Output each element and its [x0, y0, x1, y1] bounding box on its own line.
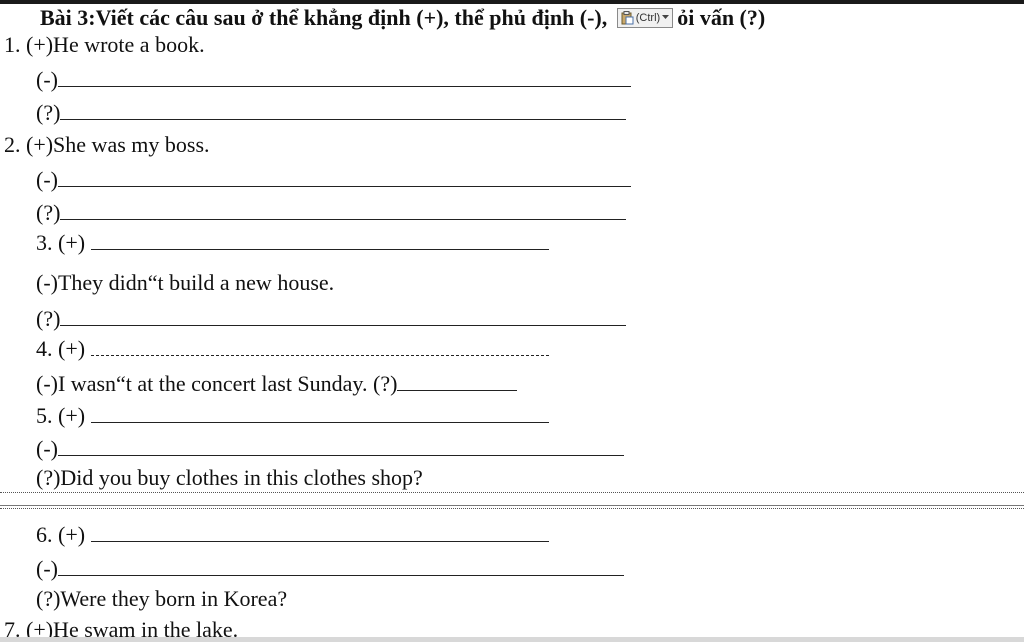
sentence-line: 6. (+): [36, 521, 549, 548]
answer-blank[interactable]: [397, 370, 518, 391]
bottom-border: [0, 637, 1024, 642]
answer-blank[interactable]: [57, 555, 624, 576]
sentence-line: 4. (+): [36, 335, 549, 362]
answer-blank[interactable]: [57, 166, 631, 187]
answer-line: (-): [36, 66, 631, 93]
answer-blank[interactable]: [90, 229, 549, 250]
answer-blank[interactable]: [60, 305, 627, 326]
page-break-line: [0, 508, 1024, 509]
clipboard-icon: [621, 10, 634, 25]
answer-line: (-): [36, 435, 624, 462]
chevron-down-icon: [662, 15, 670, 20]
answer-blank[interactable]: [90, 335, 549, 356]
page-break-line: [0, 505, 1024, 506]
answer-blank[interactable]: [90, 521, 549, 542]
paste-options-button[interactable]: (Ctrl): [616, 7, 674, 28]
sentence-line: 2. (+)She was my boss.: [4, 132, 210, 157]
sentence-line: (-)I wasn“t at the concert last Sunday. …: [36, 370, 518, 397]
answer-line: (?): [36, 99, 627, 126]
answer-blank[interactable]: [60, 199, 627, 220]
heading-text-end: ỏi vấn (?): [677, 4, 766, 30]
page-break-line: [0, 492, 1024, 493]
sentence-line: 3. (+): [36, 229, 549, 256]
answer-blank[interactable]: [90, 402, 549, 423]
answer-line: (?): [36, 199, 627, 226]
answer-line: (-): [36, 555, 624, 582]
sentence-line: 1. (+)He wrote a book.: [4, 32, 205, 57]
answer-blank[interactable]: [57, 435, 624, 456]
sentence-line: 5. (+): [36, 402, 549, 429]
sentence-line: (?)Did you buy clothes in this clothes s…: [36, 465, 423, 490]
paste-options-label: (Ctrl): [635, 11, 661, 24]
answer-line: (-): [36, 166, 631, 193]
sentence-line: (?)Were they born in Korea?: [36, 586, 288, 611]
heading-text-start: Bài 3:Viết các câu sau ở thể khẳng định …: [40, 4, 613, 30]
sentence-line: (-)They didn“t build a new house.: [36, 270, 335, 295]
answer-line: (?): [36, 305, 627, 332]
answer-blank[interactable]: [57, 66, 631, 87]
exercise-heading: Bài 3:Viết các câu sau ở thể khẳng định …: [40, 3, 765, 31]
answer-blank[interactable]: [60, 99, 627, 120]
